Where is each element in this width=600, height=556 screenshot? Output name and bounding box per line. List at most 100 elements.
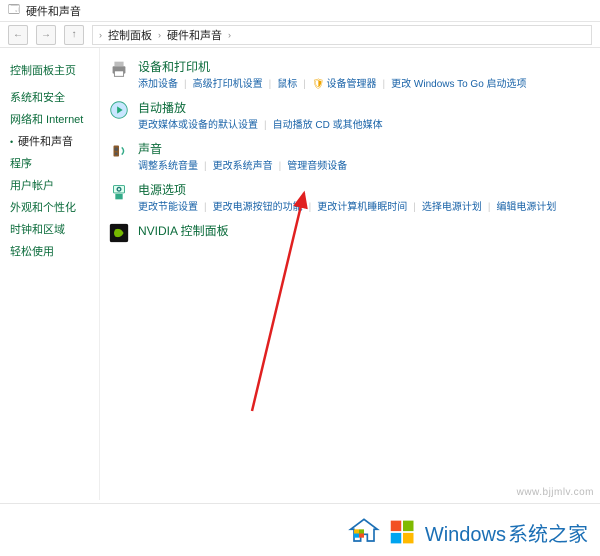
forward-button[interactable]: → [36, 25, 56, 45]
task-link-label: 设备管理器 [327, 79, 377, 90]
windows-logo-icon [389, 518, 417, 546]
sidebar-item-3[interactable]: 程序 [10, 152, 99, 174]
house-logo-icon [347, 516, 381, 549]
sound-icon [108, 140, 130, 162]
task-link[interactable]: 选择电源计划 [422, 200, 482, 216]
sidebar-item-5[interactable]: 外观和个性化 [10, 196, 99, 218]
breadcrumb[interactable]: › 控制面板 › 硬件和声音 › [92, 25, 592, 45]
category-title-link[interactable]: NVIDIA 控制面板 [138, 222, 592, 241]
task-link[interactable]: 更改电源按钮的功能 [213, 200, 303, 216]
task-link[interactable]: 更改媒体或设备的默认设置 [138, 118, 258, 134]
category-body: 设备和打印机添加设备 | 高级打印机设置 | 鼠标 | 🛡设备管理器 | 更改 Windows … [138, 58, 592, 93]
category-autoplay: 自动播放更改媒体或设备的默认设置 | 自动播放 CD 或其他媒体 [108, 99, 592, 134]
shield-icon: 🛡 [312, 79, 325, 90]
category-title-link[interactable]: 设备和打印机 [138, 58, 592, 77]
window-titlebar: 🗔 硬件和声音 [0, 0, 600, 22]
link-divider: | [204, 159, 207, 175]
sidebar-item-label: 系统和安全 [10, 92, 65, 104]
sidebar-item-4[interactable]: 用户帐户 [10, 174, 99, 196]
category-sound: 声音调整系统音量 | 更改系统声音 | 管理音频设备 [108, 140, 592, 175]
task-link-label: 自动播放 CD 或其他媒体 [273, 120, 383, 131]
category-title-link[interactable]: 自动播放 [138, 99, 592, 118]
sidebar-item-6[interactable]: 时钟和区域 [10, 218, 99, 240]
link-divider: | [269, 77, 272, 93]
link-divider: | [264, 118, 267, 134]
link-divider: | [204, 200, 207, 216]
link-divider: | [383, 77, 386, 93]
bullet-icon: • [10, 137, 16, 147]
sidebar-item-label: 硬件和声音 [18, 136, 73, 148]
link-divider: | [488, 200, 491, 216]
breadcrumb-item-hardware-sound[interactable]: 硬件和声音 [167, 27, 222, 43]
category-links: 调整系统音量 | 更改系统声音 | 管理音频设备 [138, 159, 592, 175]
task-link[interactable]: 高级打印机设置 [193, 77, 263, 93]
task-link[interactable]: 更改计算机睡眠时间 [317, 200, 407, 216]
link-divider: | [413, 200, 416, 216]
task-link[interactable]: 鼠标 [277, 77, 297, 93]
sidebar-item-0[interactable]: 系统和安全 [10, 86, 99, 108]
category-body: 电源选项更改节能设置 | 更改电源按钮的功能 | 更改计算机睡眠时间 | 选择电源计划 | 编辑… [138, 181, 592, 216]
task-link-label: 更改节能设置 [138, 202, 198, 213]
category-links: 添加设备 | 高级打印机设置 | 鼠标 | 🛡设备管理器 | 更改 Windows To Go … [138, 77, 592, 93]
task-link-label: 编辑电源计划 [496, 202, 556, 213]
footer: Windows 系统之家 [0, 508, 600, 556]
footer-brand-en: Windows [425, 524, 506, 547]
task-link-label: 更改电源按钮的功能 [213, 202, 303, 213]
link-divider: | [279, 159, 282, 175]
watermark-text: www.bjjmlv.com [517, 487, 594, 498]
task-link-label: 选择电源计划 [422, 202, 482, 213]
category-links: 更改节能设置 | 更改电源按钮的功能 | 更改计算机睡眠时间 | 选择电源计划 | 编辑电源计划 [138, 200, 592, 216]
breadcrumb-sep-icon: › [99, 30, 102, 40]
task-link[interactable]: 更改 Windows To Go 启动选项 [391, 77, 526, 93]
category-title-link[interactable]: 声音 [138, 140, 592, 159]
category-power: 电源选项更改节能设置 | 更改电源按钮的功能 | 更改计算机睡眠时间 | 选择电源计划 | 编辑… [108, 181, 592, 216]
nav-bar: ← → ↑ › 控制面板 › 硬件和声音 › [0, 22, 600, 48]
category-body: 声音调整系统音量 | 更改系统声音 | 管理音频设备 [138, 140, 592, 175]
sidebar-item-2[interactable]: •硬件和声音 [10, 130, 99, 152]
task-link[interactable]: 编辑电源计划 [496, 200, 556, 216]
task-link-label: 更改计算机睡眠时间 [317, 202, 407, 213]
task-link[interactable]: 🛡设备管理器 [312, 77, 377, 93]
sidebar-item-label: 用户帐户 [10, 180, 54, 192]
task-link[interactable]: 调整系统音量 [138, 159, 198, 175]
sidebar-item-7[interactable]: 轻松使用 [10, 240, 99, 262]
task-link[interactable]: 更改节能设置 [138, 200, 198, 216]
task-link[interactable]: 管理音频设备 [287, 159, 347, 175]
printer-icon [108, 58, 130, 80]
task-link-label: 调整系统音量 [138, 161, 198, 172]
task-link[interactable]: 添加设备 [138, 77, 178, 93]
power-icon [108, 181, 130, 203]
link-divider: | [184, 77, 187, 93]
category-title-link[interactable]: 电源选项 [138, 181, 592, 200]
task-link-label: 添加设备 [138, 79, 178, 90]
task-link[interactable]: 更改系统声音 [213, 159, 273, 175]
link-divider: | [303, 77, 306, 93]
body: 控制面板主页 系统和安全网络和 Internet •硬件和声音程序用户帐户外观和个… [0, 48, 600, 500]
sidebar-home-link[interactable]: 控制面板主页 [10, 58, 99, 86]
sidebar: 控制面板主页 系统和安全网络和 Internet •硬件和声音程序用户帐户外观和个… [0, 48, 100, 500]
breadcrumb-item-control-panel[interactable]: 控制面板 [108, 27, 152, 43]
task-link-label: 更改媒体或设备的默认设置 [138, 120, 258, 131]
window-title: 硬件和声音 [26, 3, 81, 19]
breadcrumb-sep-icon: › [158, 30, 161, 40]
task-link[interactable]: 自动播放 CD 或其他媒体 [273, 118, 383, 134]
task-link-label: 更改 Windows To Go 启动选项 [391, 79, 526, 90]
footer-brand: Windows 系统之家 [425, 518, 588, 547]
task-link-label: 高级打印机设置 [193, 79, 263, 90]
category-nvidia: NVIDIA 控制面板 [108, 222, 592, 244]
sidebar-item-1[interactable]: 网络和 Internet [10, 108, 99, 130]
sidebar-item-label: 网络和 Internet [10, 114, 83, 126]
task-link-label: 更改系统声音 [213, 161, 273, 172]
category-body: 自动播放更改媒体或设备的默认设置 | 自动播放 CD 或其他媒体 [138, 99, 592, 134]
sidebar-item-label: 程序 [10, 158, 32, 170]
sidebar-list: 系统和安全网络和 Internet •硬件和声音程序用户帐户外观和个性化时钟和区域… [10, 86, 99, 262]
up-button[interactable]: ↑ [64, 25, 84, 45]
task-link-label: 鼠标 [277, 79, 297, 90]
footer-brand-cn: 系统之家 [508, 518, 588, 547]
content-pane: 设备和打印机添加设备 | 高级打印机设置 | 鼠标 | 🛡设备管理器 | 更改 Windows … [100, 48, 600, 500]
sidebar-item-label: 时钟和区域 [10, 224, 65, 236]
link-divider: | [309, 200, 312, 216]
sidebar-item-label: 轻松使用 [10, 246, 54, 258]
category-links: 更改媒体或设备的默认设置 | 自动播放 CD 或其他媒体 [138, 118, 592, 134]
back-button[interactable]: ← [8, 25, 28, 45]
